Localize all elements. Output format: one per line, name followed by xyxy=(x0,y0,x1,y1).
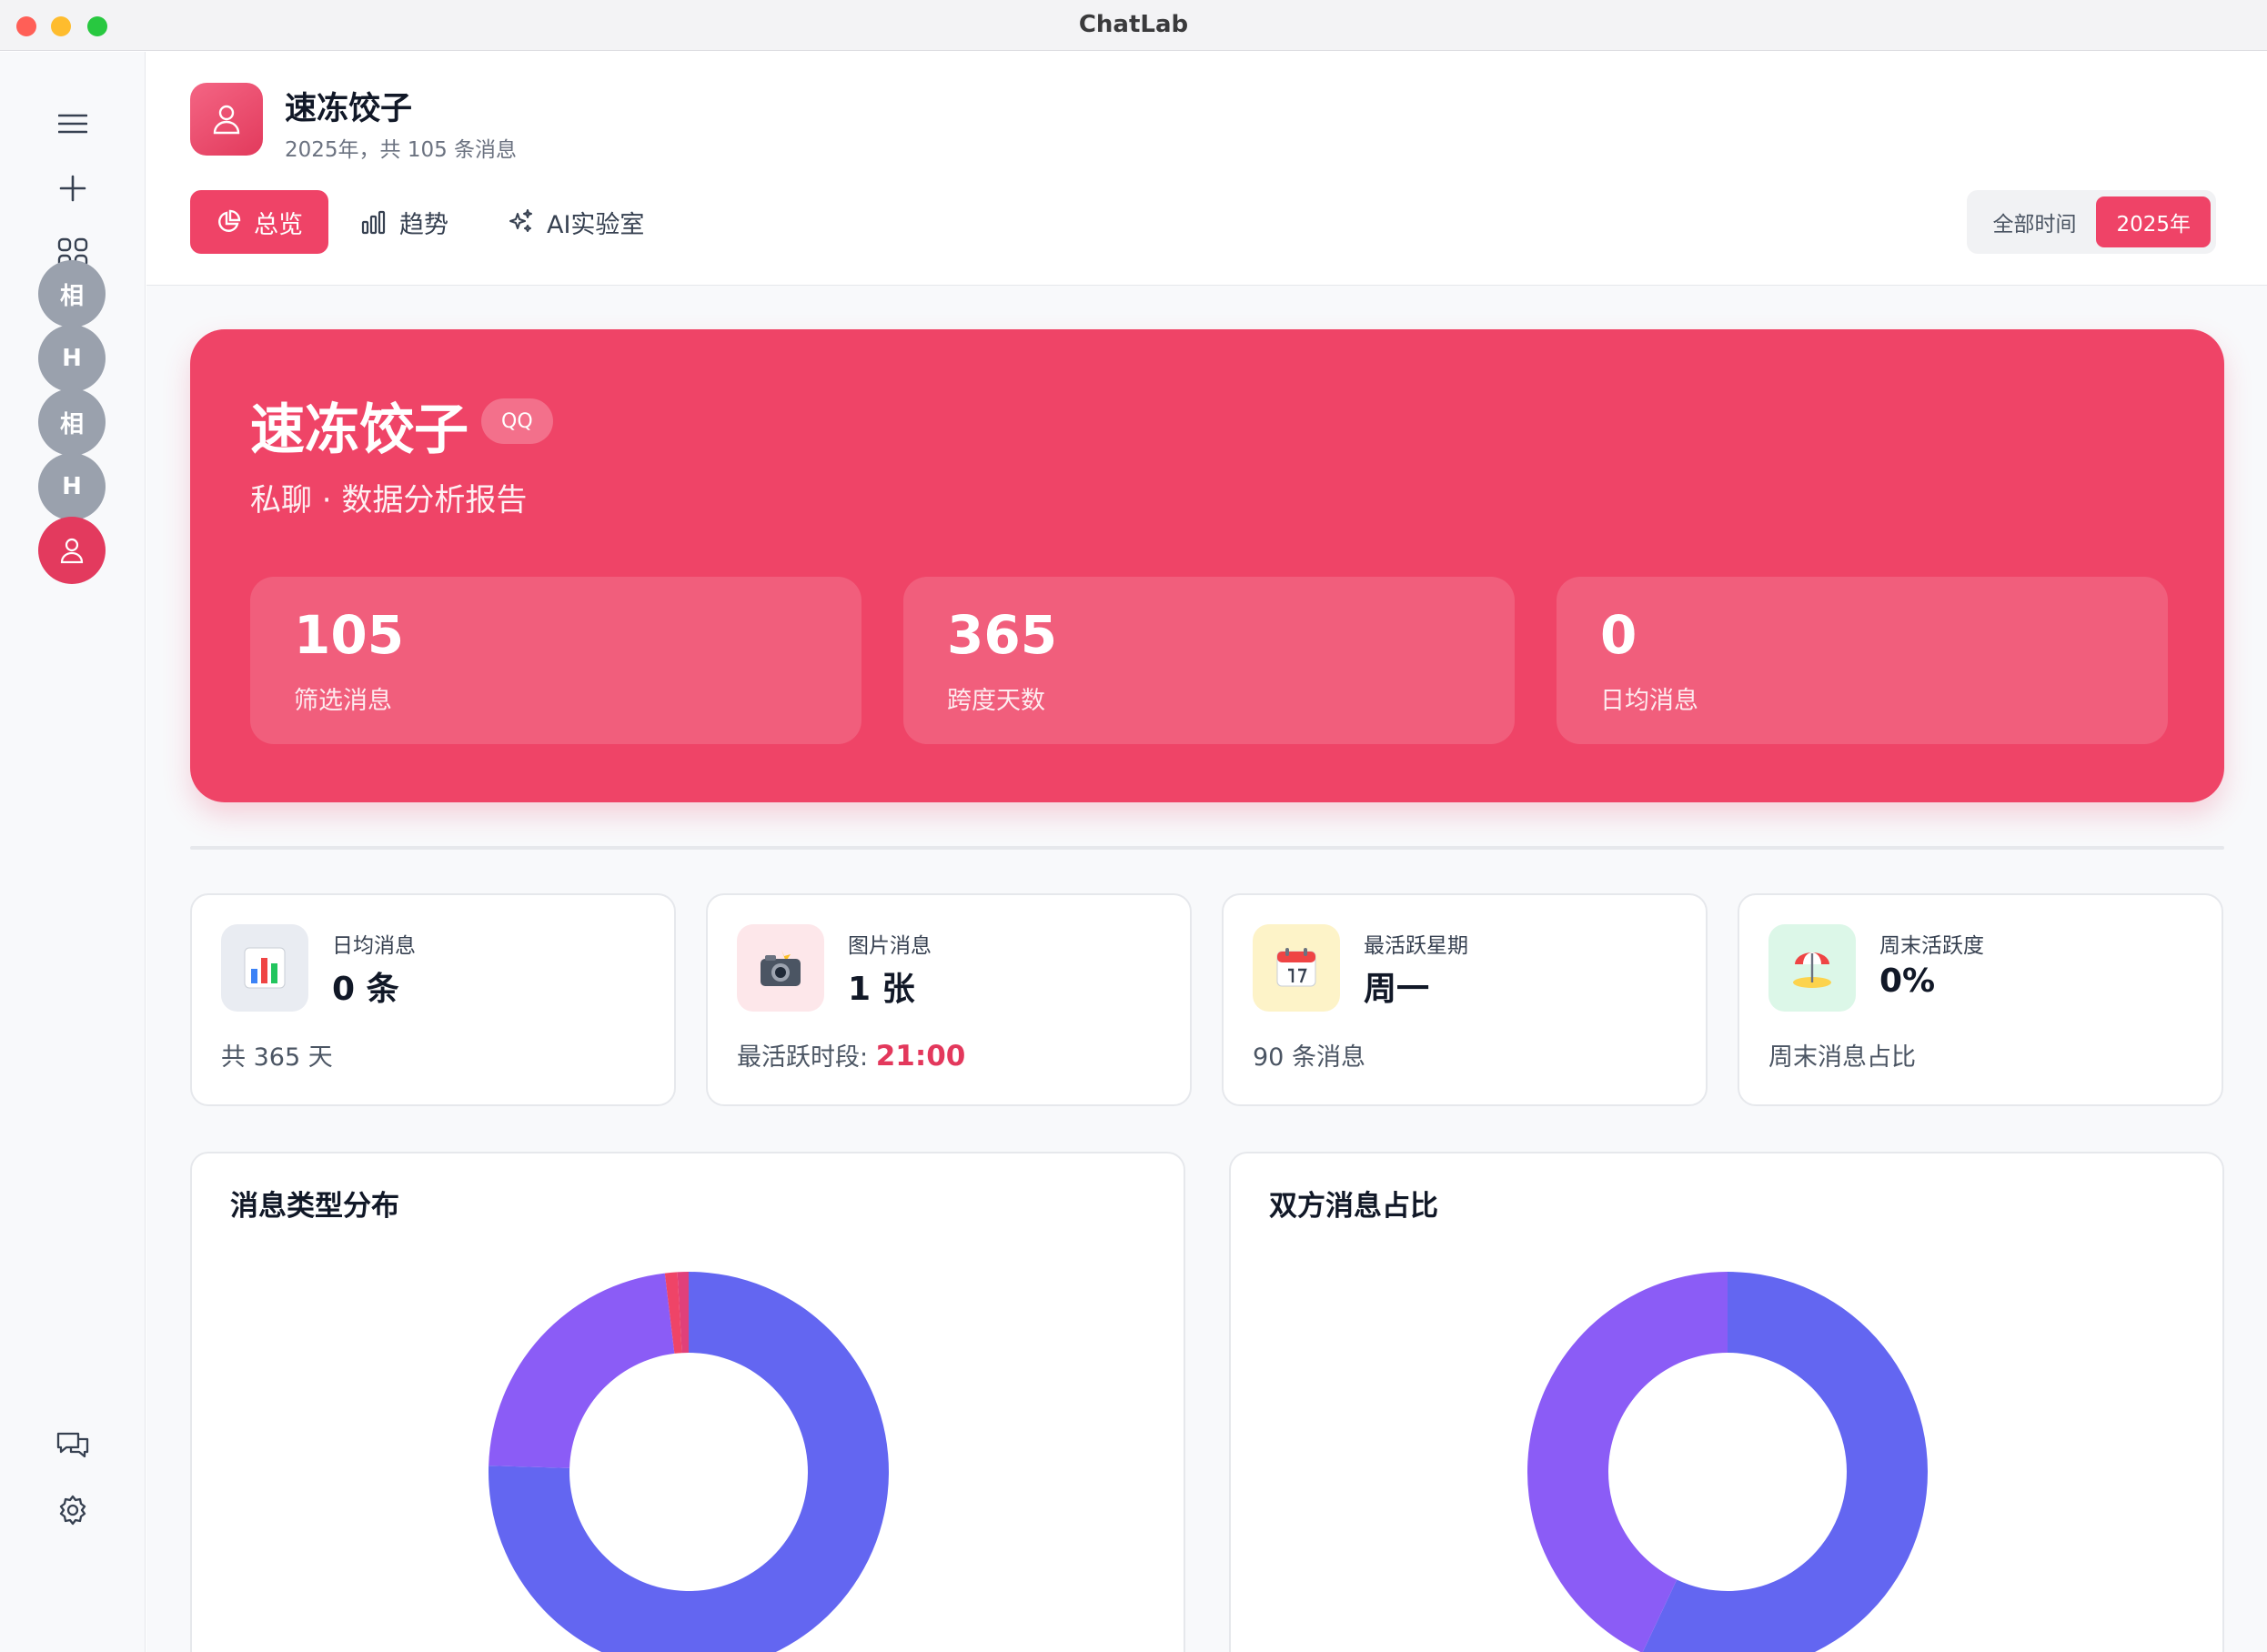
card-value: 0 条 xyxy=(332,971,399,1008)
settings-icon[interactable] xyxy=(45,1483,100,1537)
card-label: 日均消息 xyxy=(332,934,416,958)
banner-title: 速冻饺子 xyxy=(250,398,469,462)
tab-ai-lab[interactable]: AI实验室 xyxy=(481,190,670,254)
card-icon-bg xyxy=(737,924,824,1012)
chart-title: 消息类型分布 xyxy=(230,1190,399,1223)
range-2025[interactable]: 2025年 xyxy=(2096,196,2211,247)
window-title: ChatLab xyxy=(1078,11,1189,38)
message-share-donut-chart xyxy=(1527,1272,1928,1652)
card-footnote: 90 条消息 xyxy=(1253,1043,1365,1072)
contact-summary: 2025年，共 105 条消息 xyxy=(285,138,518,162)
card-icon-bg xyxy=(1768,924,1856,1012)
chat-bubbles-icon[interactable] xyxy=(45,1418,100,1473)
page-header: 速冻饺子 2025年，共 105 条消息 总览 趋势 AI实验室 全部时间 20… xyxy=(146,52,2267,286)
stat-filtered-messages: 105 筛选消息 xyxy=(250,577,861,744)
view-tabs: 总览 趋势 AI实验室 xyxy=(190,190,677,254)
bar-chart-emoji-icon xyxy=(244,947,286,989)
chart-title: 双方消息占比 xyxy=(1269,1190,1438,1223)
card-icon-bg xyxy=(1253,924,1340,1012)
card-footnote: 最活跃时段: 21:00 xyxy=(737,1037,965,1073)
menu-icon[interactable] xyxy=(45,96,100,151)
tab-overview-label: 总览 xyxy=(254,210,303,239)
bar-chart-icon xyxy=(361,210,386,235)
card-image-messages: 图片消息 1 张 最活跃时段: 21:00 xyxy=(706,893,1192,1106)
tab-trends-label: 趋势 xyxy=(399,210,448,239)
active-hour-label: 最活跃时段: xyxy=(737,1043,876,1072)
stat-value: 365 xyxy=(947,604,1058,666)
active-hour-value: 21:00 xyxy=(875,1040,966,1073)
plus-icon[interactable] xyxy=(45,161,100,216)
tab-overview[interactable]: 总览 xyxy=(190,190,328,254)
chat-avatar-3[interactable]: 相 xyxy=(38,388,106,456)
summary-banner: 速冻饺子 QQ 私聊 · 数据分析报告 105 筛选消息 365 跨度天数 0 … xyxy=(190,329,2224,802)
card-daily-messages: 日均消息 0 条 共 365 天 xyxy=(190,893,676,1106)
user-icon xyxy=(213,105,240,135)
main-content: 速冻饺子 QQ 私聊 · 数据分析报告 105 筛选消息 365 跨度天数 0 … xyxy=(146,286,2267,1652)
card-weekend-activity: 周末活跃度 0% 周末消息占比 xyxy=(1738,893,2223,1106)
card-icon-bg xyxy=(221,924,308,1012)
stat-value: 0 xyxy=(1600,604,1637,666)
platform-badge: QQ xyxy=(481,398,553,444)
message-type-chart-panel: 消息类型分布 xyxy=(190,1152,1185,1652)
donut-slice-1[interactable] xyxy=(489,1273,675,1468)
sparkles-icon xyxy=(509,209,532,232)
sidebar: 相 H 相 H xyxy=(0,52,146,1652)
banner-subtitle: 私聊 · 数据分析报告 xyxy=(250,482,528,519)
calendar-emoji-icon xyxy=(1276,948,1316,987)
chat-avatar-1[interactable]: 相 xyxy=(38,260,106,327)
contact-avatar xyxy=(190,83,263,156)
stat-label: 筛选消息 xyxy=(294,687,392,715)
card-label: 图片消息 xyxy=(848,934,932,958)
card-value: 周一 xyxy=(1364,971,1430,1008)
window-titlebar: ChatLab xyxy=(0,0,2267,51)
contact-name: 速冻饺子 xyxy=(285,91,413,127)
time-range-toggle: 全部时间 2025年 xyxy=(1967,190,2216,254)
stat-value: 105 xyxy=(294,604,405,666)
section-divider xyxy=(190,846,2224,850)
card-footnote: 周末消息占比 xyxy=(1768,1043,1916,1072)
stat-daily-average: 0 日均消息 xyxy=(1557,577,2168,744)
range-all-time[interactable]: 全部时间 xyxy=(1972,196,2096,247)
card-footnote: 共 365 天 xyxy=(221,1043,333,1072)
message-share-chart-panel: 双方消息占比 xyxy=(1229,1152,2224,1652)
card-label: 周末活跃度 xyxy=(1879,934,1984,958)
card-most-active-weekday: 最活跃星期 周一 90 条消息 xyxy=(1222,893,1708,1106)
chat-avatar-4[interactable]: H xyxy=(38,453,106,520)
message-type-donut-chart xyxy=(489,1272,889,1652)
chat-avatar-2[interactable]: H xyxy=(38,325,106,392)
tab-trends[interactable]: 趋势 xyxy=(336,190,474,254)
user-icon xyxy=(60,538,84,564)
stat-label: 跨度天数 xyxy=(947,687,1045,715)
tab-ai-lab-label: AI实验室 xyxy=(547,210,645,239)
card-label: 最活跃星期 xyxy=(1364,934,1468,958)
card-value: 0% xyxy=(1879,962,1936,1000)
stat-label: 日均消息 xyxy=(1600,687,1698,715)
chat-avatar-active[interactable] xyxy=(38,517,106,584)
card-value: 1 张 xyxy=(848,971,915,1008)
stat-span-days: 365 跨度天数 xyxy=(903,577,1515,744)
camera-flash-emoji-icon xyxy=(761,950,801,986)
beach-umbrella-emoji-icon xyxy=(1793,952,1831,988)
pie-chart-icon xyxy=(218,209,241,232)
